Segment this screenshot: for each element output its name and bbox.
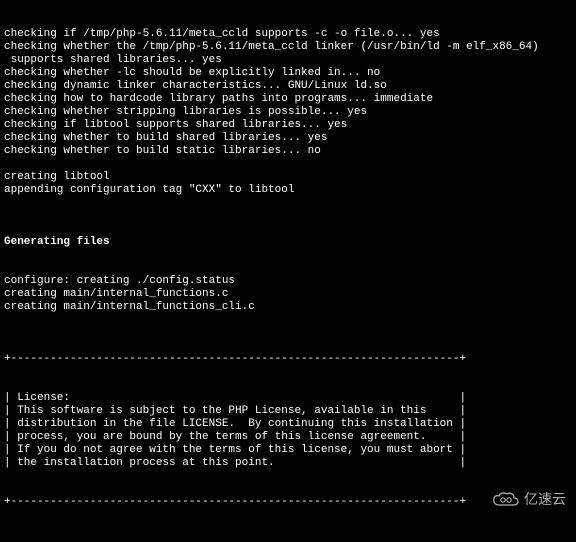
- output-line: checking whether stripping libraries is …: [4, 106, 572, 119]
- license-line: | process, you are bound by the terms of…: [4, 431, 572, 444]
- terminal-output-block-2: configure: creating ./config.statuscreat…: [4, 275, 572, 327]
- output-line: creating libtool: [4, 171, 572, 184]
- output-line: [4, 314, 572, 327]
- output-line: [4, 535, 572, 542]
- license-border-bottom: +---------------------------------------…: [4, 496, 572, 509]
- output-line: checking whether to build static librari…: [4, 145, 572, 158]
- terminal-output-block-1: checking if /tmp/php-5.6.11/meta_ccld su…: [4, 28, 572, 210]
- terminal-window[interactable]: checking if /tmp/php-5.6.11/meta_ccld su…: [0, 0, 576, 542]
- output-line: checking dynamic linker characteristics.…: [4, 80, 572, 93]
- license-line: | If you do not agree with the terms of …: [4, 444, 572, 457]
- watermark: 亿速云: [492, 491, 566, 507]
- output-line: checking if /tmp/php-5.6.11/meta_ccld su…: [4, 28, 572, 41]
- output-line: checking how to hardcode library paths i…: [4, 93, 572, 106]
- output-line: creating main/internal_functions_cli.c: [4, 301, 572, 314]
- terminal-output-block-3: Thank you for using PHP. config.status: …: [4, 535, 572, 542]
- cloud-icon: [492, 491, 520, 507]
- output-line: creating main/internal_functions.c: [4, 288, 572, 301]
- watermark-text: 亿速云: [524, 493, 566, 506]
- output-line: checking whether to build shared librari…: [4, 132, 572, 145]
- license-line: | License: |: [4, 392, 572, 405]
- license-line: | This software is subject to the PHP Li…: [4, 405, 572, 418]
- license-text-block: | License: || This software is subject t…: [4, 392, 572, 470]
- generating-files-heading: Generating files: [4, 236, 572, 249]
- output-line: configure: creating ./config.status: [4, 275, 572, 288]
- output-line: [4, 158, 572, 171]
- output-line: checking whether the /tmp/php-5.6.11/met…: [4, 41, 572, 54]
- output-line: checking if libtool supports shared libr…: [4, 119, 572, 132]
- output-line: supports shared libraries... yes: [4, 54, 572, 67]
- license-line: | the installation process at this point…: [4, 457, 572, 470]
- output-line: checking whether -lc should be explicitl…: [4, 67, 572, 80]
- license-border-top: +---------------------------------------…: [4, 353, 572, 366]
- output-line: [4, 197, 572, 210]
- license-line: | distribution in the file LICENSE. By c…: [4, 418, 572, 431]
- output-line: appending configuration tag "CXX" to lib…: [4, 184, 572, 197]
